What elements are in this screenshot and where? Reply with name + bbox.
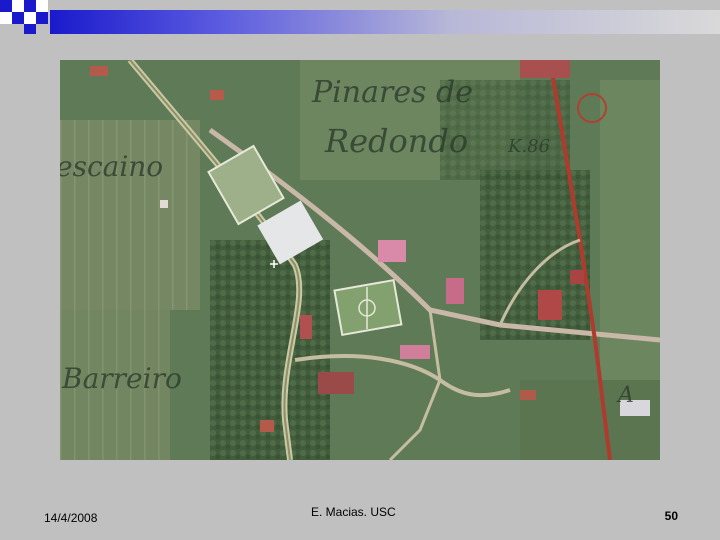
- header-square: [36, 12, 48, 24]
- building: [90, 66, 108, 76]
- slide-author: E. Macias. USC: [311, 505, 396, 519]
- building: [160, 200, 168, 208]
- header-square: [24, 0, 36, 12]
- map-label-escaino: escaino: [60, 150, 163, 183]
- map-label-corner: A: [616, 383, 634, 408]
- building: [520, 390, 536, 400]
- building: [520, 60, 570, 78]
- header-square: [12, 12, 24, 24]
- building: [318, 372, 354, 394]
- slide-date: 14/4/2008: [44, 511, 98, 525]
- header-square: [24, 24, 36, 34]
- map-label-km: K.86: [507, 136, 550, 157]
- field-patch: [520, 380, 660, 460]
- building: [300, 315, 312, 339]
- sports-field: [333, 278, 403, 337]
- header-square: [24, 12, 36, 24]
- slide-page-number: 50: [664, 509, 678, 523]
- header-gradient-bar: [50, 10, 720, 34]
- header-square: [36, 0, 48, 12]
- aerial-map-svg: Pinares de Redondo K.86 escaino Barreiro…: [60, 60, 660, 460]
- building: [570, 270, 584, 284]
- aerial-map-image: Pinares de Redondo K.86 escaino Barreiro…: [60, 60, 660, 460]
- building: [446, 278, 464, 304]
- building: [400, 345, 430, 359]
- header-square: [0, 0, 12, 12]
- building: [378, 240, 406, 262]
- building: [538, 290, 562, 320]
- map-label-barreiro: Barreiro: [61, 362, 182, 395]
- slide-header-decoration: [0, 0, 720, 34]
- map-label-redondo: Redondo: [324, 122, 468, 160]
- header-square: [0, 12, 12, 24]
- field-patch: [60, 120, 200, 310]
- building: [260, 420, 274, 432]
- header-square: [12, 0, 24, 12]
- building: [210, 90, 224, 100]
- map-label-pinares: Pinares de: [311, 75, 473, 110]
